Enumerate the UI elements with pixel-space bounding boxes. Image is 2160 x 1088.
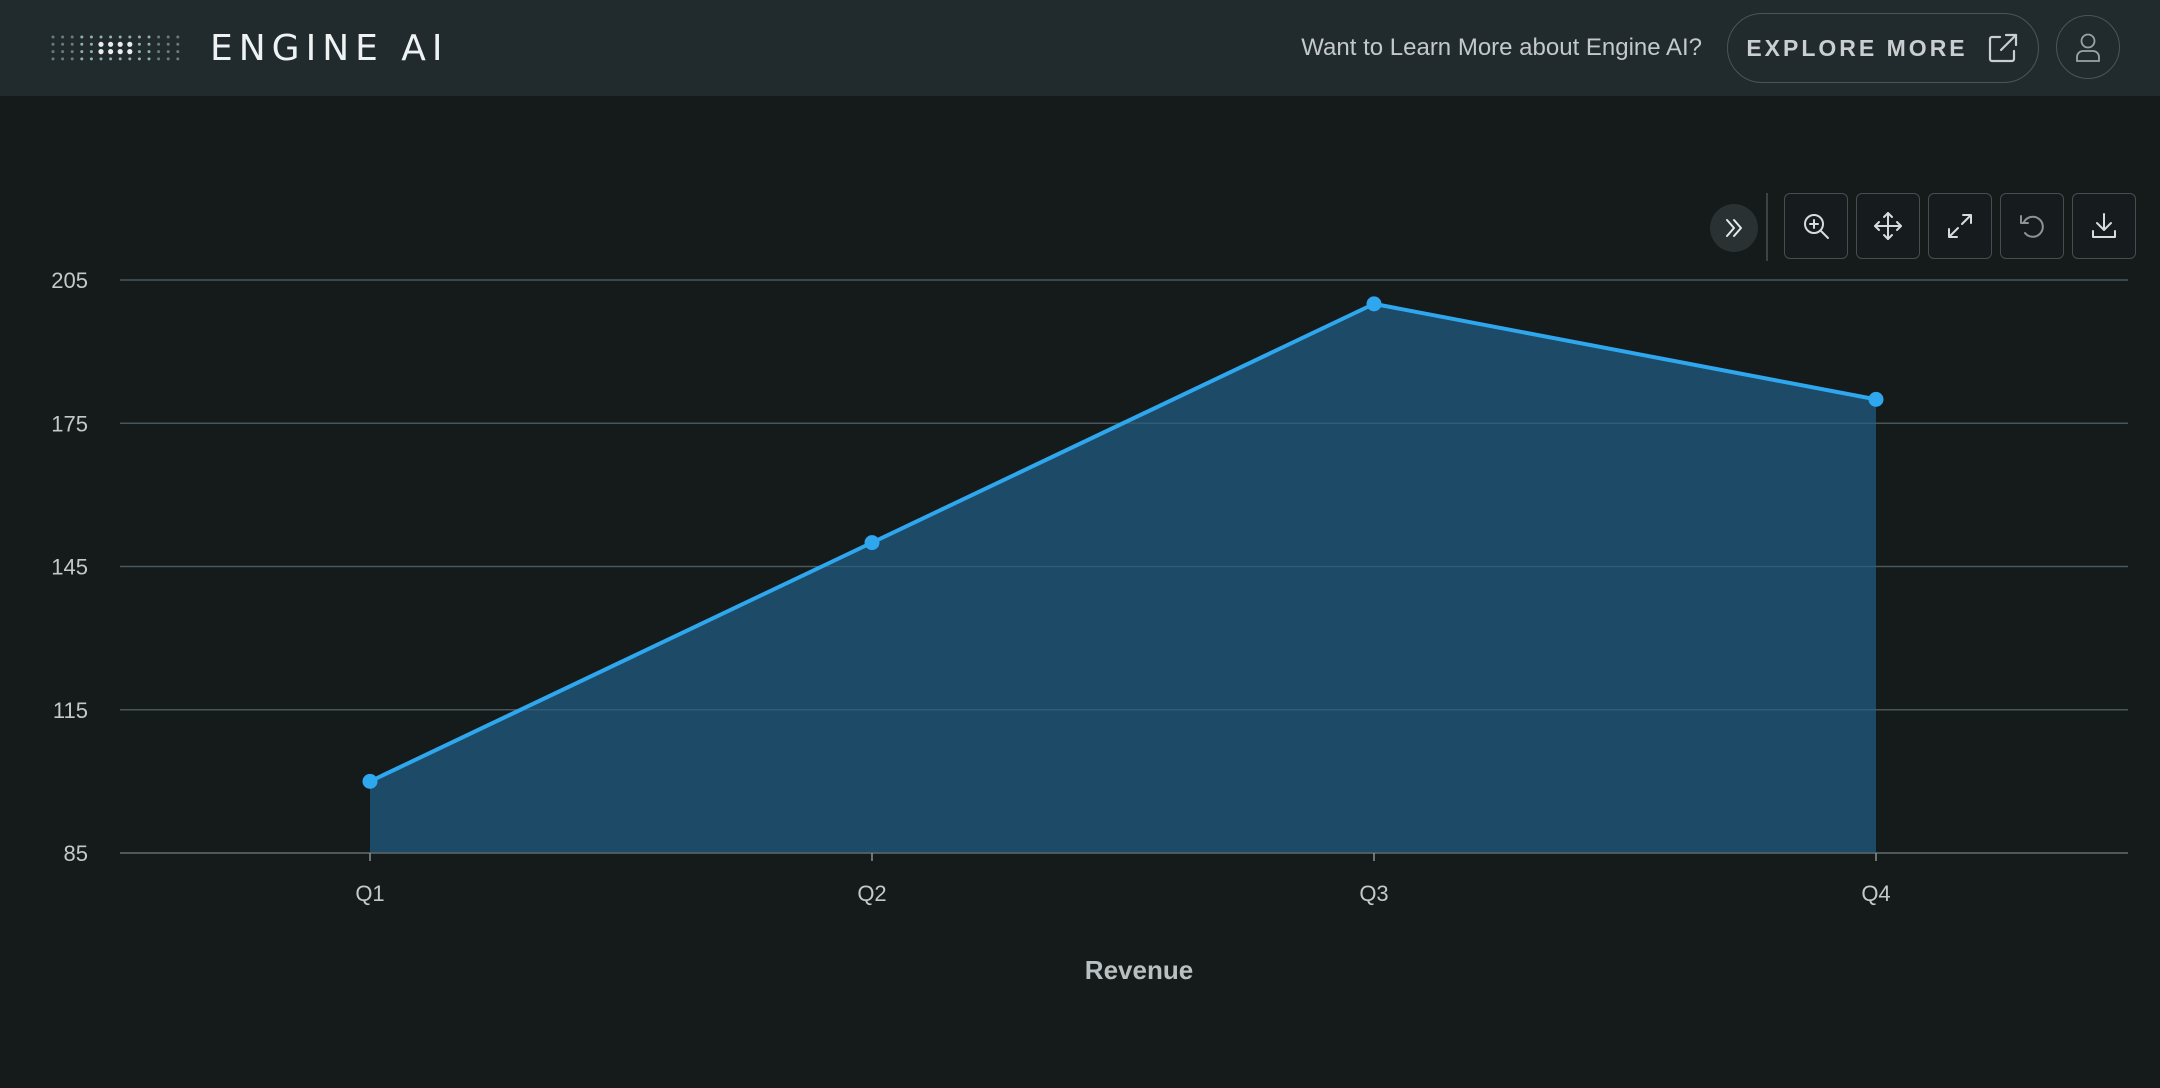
promo-text: Want to Learn More about Engine AI? xyxy=(1301,34,1702,61)
explore-more-button[interactable]: EXPLORE MORE xyxy=(1727,13,2039,83)
user-avatar-button[interactable] xyxy=(2056,15,2120,79)
x-tick-label: Q4 xyxy=(1861,881,1890,906)
data-point-q4[interactable] xyxy=(1868,391,1884,407)
x-axis-title: Revenue xyxy=(1085,955,1193,985)
y-tick-label: 85 xyxy=(64,841,88,866)
external-link-icon xyxy=(1988,33,2017,63)
x-tick-label: Q1 xyxy=(355,881,384,906)
explore-more-label: EXPLORE MORE xyxy=(1746,34,1968,61)
brand-name: ENGINE AI xyxy=(210,27,449,69)
y-tick-label: 205 xyxy=(51,268,88,293)
x-tick-label: Q3 xyxy=(1359,881,1388,906)
y-tick-label: 115 xyxy=(53,698,88,723)
revenue-area-chart: 85 115 145 175 205 Q1 Q2 Q3 Q4 Revenue xyxy=(51,268,2128,985)
data-point-q3[interactable] xyxy=(1366,296,1382,312)
area-fill xyxy=(370,303,1876,853)
user-icon xyxy=(2076,33,2100,62)
data-point-q2[interactable] xyxy=(864,535,880,551)
logo-dots-icon xyxy=(51,35,180,61)
brand-logo[interactable]: ENGINE AI xyxy=(50,0,449,96)
data-point-q1[interactable] xyxy=(362,773,378,789)
y-tick-label: 145 xyxy=(51,555,88,580)
x-tick-label: Q2 xyxy=(857,881,886,906)
y-tick-label: 175 xyxy=(51,411,88,436)
top-bar: ENGINE AI Want to Learn More about Engin… xyxy=(0,0,2160,96)
